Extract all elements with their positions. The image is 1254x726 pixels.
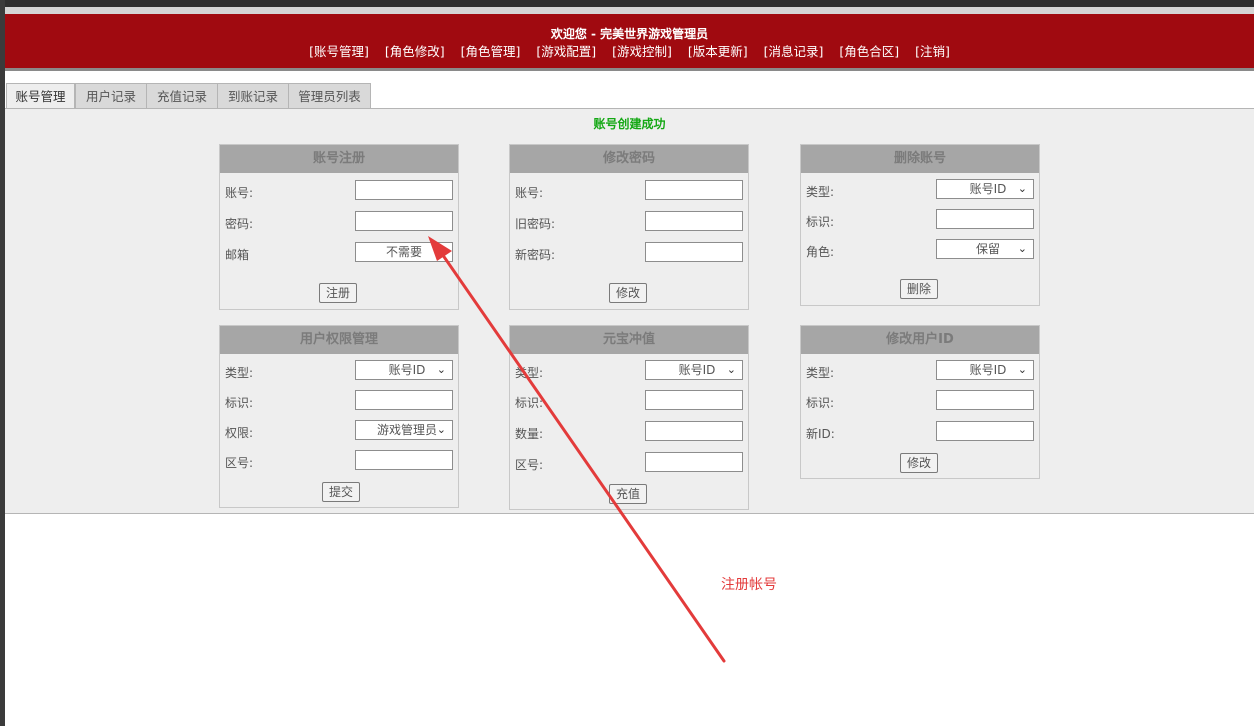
chevron-down-icon: ⌄	[1017, 363, 1027, 376]
delete-role-value: 保留	[975, 242, 1000, 256]
tab-admin-list[interactable]: 管理员列表	[288, 83, 371, 108]
change-uid-type-select[interactable]: 账号ID ⌄	[936, 360, 1034, 380]
change-uid-newid-input[interactable]	[936, 421, 1034, 441]
change-uid-id-label: 标识:	[806, 396, 835, 410]
delete-id-input[interactable]	[936, 209, 1034, 229]
nav-game-config[interactable]: [游戏配置]	[536, 44, 596, 59]
new-password-label: 新密码:	[515, 248, 556, 262]
old-password-input[interactable]	[645, 211, 743, 231]
change-uid-box: 修改用户ID 类型: 账号ID ⌄ 标识: 新ID: 修改	[800, 325, 1040, 479]
permission-box: 用户权限管理 类型: 账号ID ⌄ 标识: 权限: 游戏管理员 ⌄ 区号: 提交	[219, 325, 459, 508]
change-password-account-label: 账号:	[515, 186, 544, 200]
chevron-down-icon: ⌄	[436, 363, 446, 376]
change-password-box: 修改密码 账号: 旧密码: 新密码: 修改	[509, 144, 749, 310]
delete-id-label: 标识:	[806, 215, 835, 229]
register-account-input[interactable]	[355, 180, 453, 200]
annotation-label: 注册帐号	[721, 577, 777, 593]
nav-version-update[interactable]: [版本更新]	[688, 44, 748, 59]
delete-button[interactable]: 删除	[900, 279, 939, 299]
tab-arrival-log[interactable]: 到账记录	[217, 83, 289, 108]
recharge-amount-input[interactable]	[645, 421, 743, 441]
tab-user-log[interactable]: 用户记录	[75, 83, 147, 108]
top-nav: [账号管理] [角色修改] [角色管理] [游戏配置] [游戏控制] [版本更新…	[5, 41, 1254, 60]
register-email-input[interactable]: 不需要	[355, 242, 453, 262]
new-password-input[interactable]	[645, 242, 743, 262]
permission-level-select[interactable]: 游戏管理员 ⌄	[355, 420, 453, 440]
register-email-label: 邮箱	[225, 248, 250, 262]
permission-title: 用户权限管理	[220, 326, 458, 354]
delete-type-select[interactable]: 账号ID ⌄	[936, 179, 1034, 199]
permission-zone-input[interactable]	[355, 450, 453, 470]
account-panel: 账号创建成功 账号注册 账号: 密码: 邮箱 不需要 注册 修改密码 账号: 旧…	[5, 108, 1254, 514]
change-password-title: 修改密码	[510, 145, 748, 173]
window-frame-strip	[0, 7, 1254, 14]
delete-role-select[interactable]: 保留 ⌄	[936, 239, 1034, 259]
status-message: 账号创建成功	[593, 117, 666, 131]
register-title: 账号注册	[220, 145, 458, 173]
permission-level-label: 权限:	[225, 426, 254, 440]
old-password-label: 旧密码:	[515, 217, 556, 231]
chevron-down-icon: ⌄	[1017, 182, 1027, 195]
delete-type-value: 账号ID	[969, 182, 1007, 196]
permission-id-label: 标识:	[225, 396, 254, 410]
permission-type-label: 类型:	[225, 366, 254, 380]
change-uid-type-label: 类型:	[806, 366, 835, 380]
recharge-type-select[interactable]: 账号ID ⌄	[645, 360, 743, 380]
permission-zone-label: 区号:	[225, 456, 254, 470]
recharge-id-label: 标识:	[515, 396, 544, 410]
chevron-down-icon: ⌄	[726, 363, 736, 376]
recharge-type-label: 类型:	[515, 366, 544, 380]
recharge-button[interactable]: 充值	[609, 484, 648, 504]
header-bar: 欢迎您 - 完美世界游戏管理员 [账号管理] [角色修改] [角色管理] [游戏…	[5, 14, 1254, 71]
window-frame-top	[0, 0, 1254, 7]
register-account-label: 账号:	[225, 186, 254, 200]
delete-account-title: 删除账号	[801, 145, 1039, 173]
welcome-text: 欢迎您 - 完美世界游戏管理员	[550, 27, 709, 41]
change-password-button[interactable]: 修改	[609, 283, 648, 303]
nav-role-manage[interactable]: [角色管理]	[461, 44, 521, 59]
change-uid-type-value: 账号ID	[969, 363, 1007, 377]
tab-account-manage[interactable]: 账号管理	[6, 83, 75, 109]
nav-logout[interactable]: [注销]	[915, 44, 950, 59]
register-box: 账号注册 账号: 密码: 邮箱 不需要 注册	[219, 144, 459, 310]
nav-role-edit[interactable]: [角色修改]	[385, 44, 445, 59]
chevron-down-icon: ⌄	[1017, 242, 1027, 255]
delete-role-label: 角色:	[806, 245, 835, 259]
nav-role-merge[interactable]: [角色合区]	[839, 44, 899, 59]
recharge-type-value: 账号ID	[678, 363, 716, 377]
change-password-account-input[interactable]	[645, 180, 743, 200]
register-password-label: 密码:	[225, 217, 254, 231]
recharge-id-input[interactable]	[645, 390, 743, 410]
tab-recharge-log[interactable]: 充值记录	[146, 83, 218, 108]
permission-type-select[interactable]: 账号ID ⌄	[355, 360, 453, 380]
recharge-zone-input[interactable]	[645, 452, 743, 472]
change-uid-button[interactable]: 修改	[900, 453, 939, 473]
delete-account-box: 删除账号 类型: 账号ID ⌄ 标识: 角色: 保留 ⌄ 删除	[800, 144, 1040, 306]
recharge-zone-label: 区号:	[515, 458, 544, 472]
change-uid-id-input[interactable]	[936, 390, 1034, 410]
permission-type-value: 账号ID	[388, 363, 426, 377]
register-password-input[interactable]	[355, 211, 453, 231]
nav-game-control[interactable]: [游戏控制]	[612, 44, 672, 59]
recharge-amount-label: 数量:	[515, 427, 544, 441]
nav-account[interactable]: [账号管理]	[309, 44, 369, 59]
recharge-title: 元宝冲值	[510, 326, 748, 354]
register-button[interactable]: 注册	[319, 283, 358, 303]
recharge-box: 元宝冲值 类型: 账号ID ⌄ 标识: 数量: 区号: 充值	[509, 325, 749, 510]
nav-message-log[interactable]: [消息记录]	[764, 44, 824, 59]
permission-submit-button[interactable]: 提交	[322, 482, 361, 502]
change-uid-newid-label: 新ID:	[806, 427, 835, 441]
permission-id-input[interactable]	[355, 390, 453, 410]
delete-type-label: 类型:	[806, 185, 835, 199]
permission-level-value: 游戏管理员	[376, 423, 437, 437]
chevron-down-icon: ⌄	[436, 423, 446, 436]
change-uid-title: 修改用户ID	[801, 326, 1039, 354]
